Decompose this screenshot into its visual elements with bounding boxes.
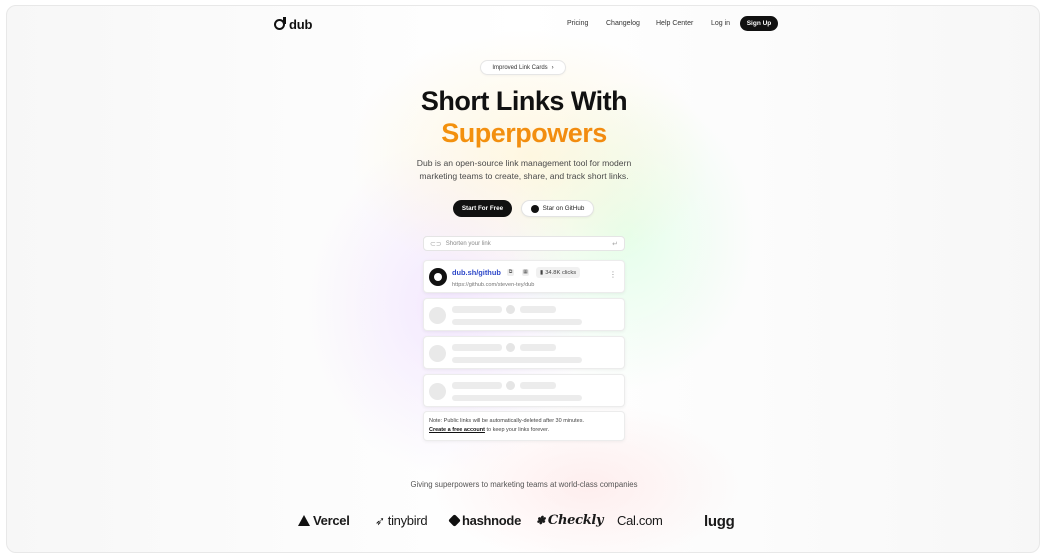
skeleton-bar [452,344,502,351]
shorten-input[interactable]: ⊂⊃ Shorten your link ↵ [423,236,625,251]
logo-checkly: ✽ Checkly [536,513,604,528]
chevron-right-icon: › [551,64,554,71]
vercel-triangle-icon [298,515,310,526]
start-for-free-button[interactable]: Start For Free [453,200,512,217]
skeleton-bar [452,395,582,401]
trust-heading: Giving superpowers to marketing teams at… [410,480,638,489]
enter-icon[interactable]: ↵ [612,240,618,248]
more-options-icon[interactable]: ⋮ [609,270,617,279]
qr-code-icon[interactable]: ▦ [522,269,529,276]
skeleton-dot [506,305,515,314]
logo-checkly-text: Checkly [547,513,604,528]
skeleton-card [423,374,625,407]
skeleton-card [423,298,625,331]
shorten-placeholder: Shorten your link [445,240,491,247]
skeleton-bar [452,319,582,325]
hero-subtitle-line1: Dub is an open-source link management to… [416,158,632,168]
bar-chart-icon: ▮ [540,269,544,276]
skeleton-card [423,336,625,369]
logo-vercel-text: Vercel [313,513,350,528]
hashnode-icon [448,514,461,527]
nav-link-pricing[interactable]: Pricing [567,20,588,27]
star-on-github-label: Star on GitHub [542,205,585,212]
logo-hashnode-text: hashnode [462,513,521,528]
brand-logo[interactable]: dub [274,17,312,32]
hero-title-line2: Superpowers [7,118,1039,149]
clicks-count: 34.8K clicks [545,269,577,276]
dub-logo-icon [274,17,286,30]
destination-url: https://github.com/steven-tey/dub [452,282,535,288]
public-links-note: Note: Public links will be automatically… [423,411,625,441]
github-icon [530,204,539,213]
note-line2: Create a free account to keep your links… [429,426,619,435]
skeleton-bar [520,306,556,313]
note-text: Note: Public links will be automatically… [429,418,584,424]
hero-subtitle-line2: marketing teams to create, share, and tr… [419,171,629,181]
skeleton-dot [506,343,515,352]
logo-tinybird-text: tinybird [387,513,428,528]
hero-title-line1: Short Links With [420,86,628,116]
top-nav: dub Pricing Changelog Help Center Log in… [7,6,1039,42]
logo-vercel: Vercel [298,513,350,528]
short-link[interactable]: dub.sh/github [452,268,501,277]
logo-lugg: lugg [704,513,735,530]
skeleton-bar [452,382,502,389]
announcement-label: Improved Link Cards [492,64,548,71]
skeleton-bar [520,382,556,389]
logo-lugg-text: lugg [704,513,735,530]
skeleton-bar [452,357,582,363]
logo-calcom-text: Cal.com [617,513,663,528]
nav-link-changelog[interactable]: Changelog [606,20,640,27]
logo-hashnode: hashnode [448,513,521,528]
announcement-pill[interactable]: Improved Link Cards › [480,60,566,75]
star-on-github-button[interactable]: Star on GitHub [521,200,594,217]
nav-link-login[interactable]: Log in [711,20,730,27]
customer-logos: Vercel ➶ tinybird hashnode ✽ Checkly Cal… [7,513,1039,533]
clicks-badge[interactable]: ▮ 34.8K clicks [536,267,581,278]
signup-button[interactable]: Sign Up [740,16,778,31]
checkly-icon: ✽ [536,514,545,527]
page-frame: dub Pricing Changelog Help Center Log in… [6,5,1040,553]
skeleton-bar [452,306,502,313]
github-avatar-icon [429,268,447,286]
logo-tinybird: ➶ tinybird [375,513,428,528]
logo-calcom: Cal.com [617,513,663,528]
create-account-link[interactable]: Create a free account [429,427,485,433]
skeleton-avatar [429,383,446,400]
skeleton-dot [506,381,515,390]
skeleton-bar [520,344,556,351]
skeleton-avatar [429,307,446,324]
tinybird-icon: ➶ [375,513,385,528]
brand-name: dub [289,17,313,32]
nav-link-help-center[interactable]: Help Center [656,20,693,27]
skeleton-avatar [429,345,446,362]
link-icon: ⊂⊃ [430,240,442,248]
link-card[interactable]: dub.sh/github ⧉ ▦ ▮ 34.8K clicks https:/… [423,260,625,293]
note-suffix: to keep your links forever. [484,427,550,433]
copy-icon[interactable]: ⧉ [507,269,514,276]
